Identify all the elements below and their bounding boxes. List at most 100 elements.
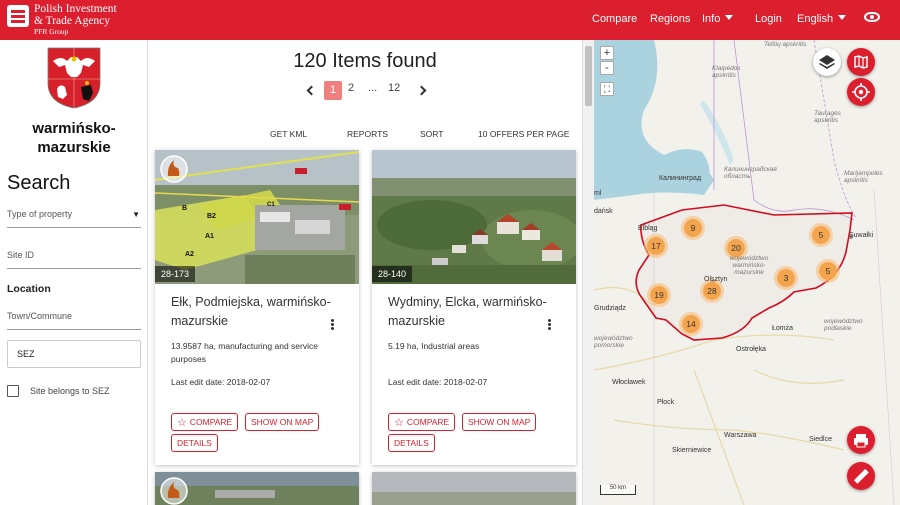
sez-field[interactable]: SEZ — [7, 340, 141, 368]
site-id-input[interactable]: Site ID — [7, 250, 141, 269]
map-city: Płock — [657, 399, 675, 406]
map-city: Grudziądz — [594, 305, 626, 312]
property-type-placeholder: Type of property — [7, 209, 73, 219]
ruler-glyph — [853, 468, 869, 484]
map-city: Warszawa — [724, 432, 757, 439]
offer-description: 5.19 ha, Industrial areas — [388, 341, 480, 351]
sez-checkbox-label: Site belongs to SEZ — [30, 386, 110, 396]
map-cluster[interactable]: 9 — [681, 216, 705, 240]
map-cluster[interactable]: 14 — [679, 312, 703, 336]
map-city: Włocławek — [612, 379, 646, 386]
layers-icon[interactable] — [813, 48, 841, 76]
logo-sub: PFR Group — [34, 27, 69, 36]
star-icon: ☆ — [177, 417, 187, 429]
scrollbar-thumb[interactable] — [585, 46, 592, 106]
logo-line-2: & Trade Agency — [34, 15, 111, 27]
page-12-button[interactable]: 12 — [388, 82, 400, 94]
map-city: Siedlce — [809, 436, 832, 443]
zoom-out-button[interactable]: - — [600, 61, 614, 75]
offer-last-edit: Last edit date: 2018-02-07 — [388, 377, 488, 387]
offer-card-partial[interactable] — [372, 472, 576, 505]
results-count: 120 Items found — [293, 50, 437, 72]
aerial-photo — [372, 472, 576, 505]
page-2-button[interactable]: 2 — [348, 82, 354, 94]
print-icon[interactable] — [847, 426, 875, 454]
svg-text:A1: A1 — [205, 233, 214, 240]
compare-label: COMPARE — [189, 417, 233, 427]
nav-info[interactable]: Info — [702, 13, 734, 25]
map-cluster[interactable]: 5 — [809, 223, 833, 247]
eye-icon[interactable] — [864, 12, 880, 22]
region-name-line-1: warmińsko- — [32, 120, 116, 137]
nav-language[interactable]: English — [797, 13, 847, 25]
nav-info-label: Info — [702, 13, 721, 25]
page-ellipsis: ... — [368, 82, 378, 94]
map-city: Калининград — [659, 175, 702, 182]
show-on-map-button[interactable]: SHOW ON MAP — [245, 413, 320, 431]
fullscreen-icon[interactable]: ⛶ — [600, 82, 614, 96]
nav-language-label: English — [797, 13, 834, 25]
compare-label: COMPARE — [406, 417, 450, 427]
nav-regions[interactable]: Regions — [650, 13, 690, 25]
compare-button[interactable]: ☆ COMPARE — [171, 413, 239, 431]
map-label: województwo podlaskie — [824, 318, 863, 332]
region-name-line-2: mazurskie — [37, 139, 111, 156]
page-1-button[interactable]: 1 — [324, 81, 342, 100]
offers-per-page-button[interactable]: 10 OFFERS PER PAGE — [478, 129, 569, 139]
sort-button[interactable]: SORT — [420, 129, 443, 139]
svg-text:B2: B2 — [207, 213, 216, 220]
dropdown-arrow-icon: ▼ — [132, 210, 140, 219]
sidebar — [0, 40, 148, 505]
more-options-icon[interactable] — [548, 319, 551, 322]
map-city: dańsk — [594, 208, 613, 215]
map-glyph — [854, 55, 868, 69]
location-label: Location — [7, 283, 51, 295]
results-list: 120 Items found 1 2 ... 12 GET KML REPOR… — [148, 40, 582, 505]
offer-photo[interactable]: B2 A1 A2 B C1 28-173 — [155, 150, 359, 284]
svg-text:C1: C1 — [267, 202, 275, 208]
paiz-logo-icon[interactable] — [7, 5, 29, 27]
aerial-photo-ełk: B2 A1 A2 B C1 — [155, 150, 359, 284]
map-label: województwo pomorskie — [594, 335, 633, 349]
map-cluster[interactable]: 19 — [647, 283, 671, 307]
property-type-select[interactable]: Type of property ▼ — [7, 209, 141, 228]
map-view-icon[interactable] — [847, 48, 875, 76]
map-cluster[interactable]: 5 — [816, 259, 840, 283]
details-button[interactable]: DETAILS — [388, 434, 435, 452]
compare-button[interactable]: ☆ COMPARE — [388, 413, 456, 431]
town-commune-input[interactable]: Town/Commune — [7, 311, 141, 330]
logo-line-1: Polish Investment — [34, 3, 117, 15]
offer-id-badge: 28-140 — [372, 266, 413, 282]
chevron-left-icon[interactable] — [306, 85, 317, 96]
map-cluster[interactable]: 17 — [644, 234, 668, 258]
offer-title[interactable]: Wydminy, Elcka, warmińsko-mazurskie — [388, 293, 558, 331]
sez-checkbox[interactable] — [7, 385, 19, 397]
locate-icon[interactable] — [847, 78, 875, 106]
map-scale: 50 km — [600, 485, 636, 495]
get-kml-button[interactable]: GET KML — [270, 129, 307, 139]
results-scrollbar[interactable] — [582, 40, 594, 505]
reports-button[interactable]: REPORTS — [347, 129, 388, 139]
offer-card: 28-140 Wydminy, Elcka, warmińsko-mazursk… — [372, 150, 576, 465]
map-city: Suwałki — [849, 232, 874, 239]
logo-text[interactable]: Polish Investment & Trade Agency PFR Gro… — [34, 3, 117, 37]
offer-photo[interactable]: 28-140 — [372, 150, 576, 284]
details-button[interactable]: DETAILS — [171, 434, 218, 452]
chevron-right-icon[interactable] — [416, 85, 427, 96]
zoom-in-button[interactable]: + — [600, 46, 614, 60]
nav-compare[interactable]: Compare — [592, 13, 637, 25]
map-panel[interactable]: + - ⛶ 9 17 20 5 3 5 28 19 14 Telšių apsk… — [594, 40, 900, 505]
more-options-icon[interactable] — [331, 319, 334, 322]
map-city: Ostrołęka — [736, 346, 766, 353]
offer-title[interactable]: Ełk, Podmiejska, warmińsko-mazurskie — [171, 293, 341, 331]
region-coat-of-arms — [47, 47, 101, 109]
show-on-map-button[interactable]: SHOW ON MAP — [462, 413, 537, 431]
map-label: Klaipėdos apskritis — [712, 65, 741, 79]
map-cluster[interactable]: 3 — [774, 266, 798, 290]
offer-description: 13.9587 ha, manufacturing and service pu… — [171, 341, 318, 364]
measure-icon[interactable] — [847, 462, 875, 490]
offer-card: B2 A1 A2 B C1 28-173 Ełk, Podmiejska, wa… — [155, 150, 359, 465]
offer-card-partial[interactable] — [155, 472, 359, 505]
region-name: warmińsko- mazurskie — [0, 119, 148, 157]
nav-login[interactable]: Login — [755, 13, 782, 25]
